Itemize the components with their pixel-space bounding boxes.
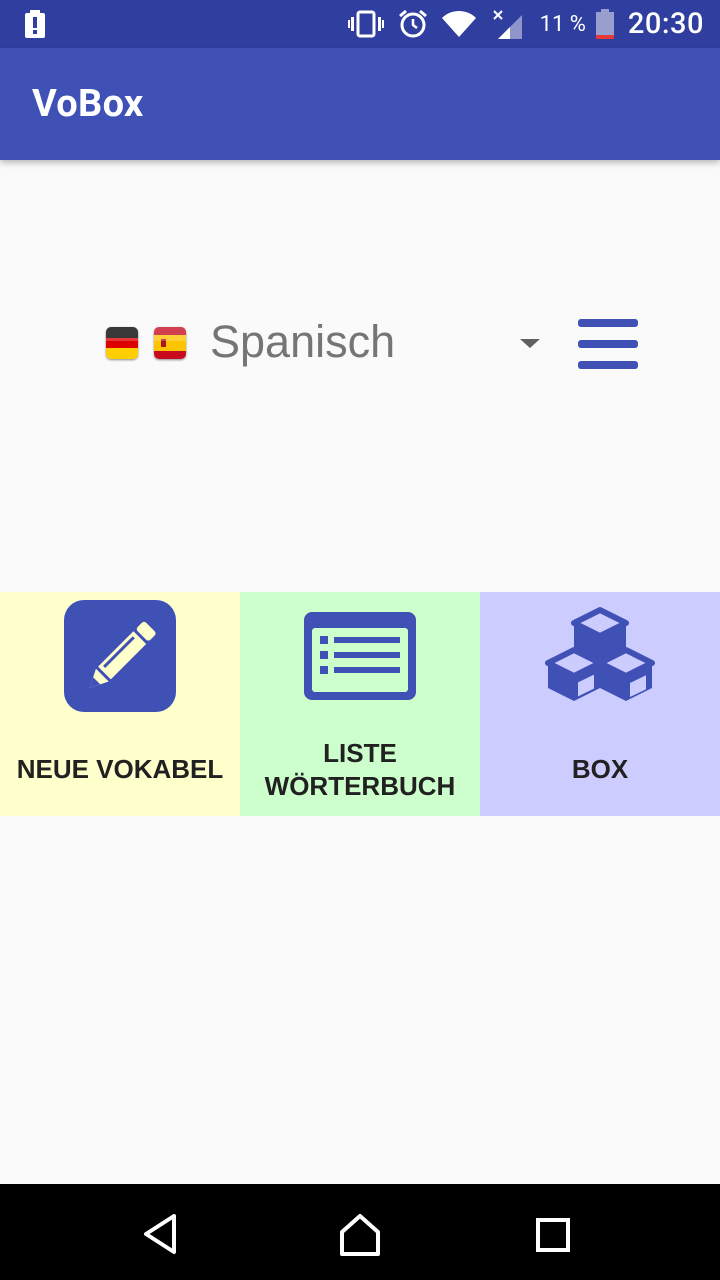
menu-icon-bar <box>578 340 638 348</box>
dictionary-list-tile[interactable]: LISTE WÖRTERBUCH <box>240 592 480 816</box>
menu-icon-bar <box>578 319 638 327</box>
new-vocabulary-tile[interactable]: NEUE VOKABEL <box>0 592 240 816</box>
box-tile[interactable]: BOX <box>480 592 720 816</box>
alarm-icon <box>398 9 427 38</box>
battery-percent: 11 % <box>539 11 586 37</box>
cubes-icon <box>545 607 655 701</box>
new-vocabulary-label: NEUE VOKABEL <box>16 754 224 784</box>
status-bar: 11 % 20:30 <box>0 0 720 48</box>
status-icons: 11 % 20:30 <box>347 0 704 48</box>
dropdown-arrow-icon[interactable] <box>520 339 540 348</box>
alert-icon <box>25 10 45 38</box>
recent-apps-icon[interactable] <box>522 1202 582 1262</box>
app-title: VoBox <box>32 82 144 126</box>
home-icon[interactable] <box>330 1202 390 1262</box>
spanish-flag-icon <box>154 327 186 359</box>
app-bar: VoBox <box>0 48 720 160</box>
dictionary-list-label-line2: WÖRTERBUCH <box>264 771 456 801</box>
dictionary-list-label-line1: LISTE <box>323 738 397 768</box>
menu-button[interactable] <box>574 314 642 374</box>
navigation-bar <box>0 1184 720 1280</box>
list-icon <box>304 612 416 700</box>
wifi-icon <box>441 10 476 37</box>
pencil-edit-icon <box>64 600 176 712</box>
battery-icon <box>595 9 614 39</box>
box-label: BOX <box>571 754 629 784</box>
german-flag-icon <box>106 327 138 359</box>
dictionary-list-label: LISTE WÖRTERBUCH <box>240 737 480 803</box>
vibrate-icon <box>347 10 384 38</box>
signal-icon <box>492 10 522 39</box>
menu-icon-bar <box>578 361 638 369</box>
status-time: 20:30 <box>627 7 704 41</box>
back-icon[interactable] <box>130 1202 190 1262</box>
action-tiles: NEUE VOKABEL LISTE WÖRTERBUCH BOX <box>0 592 720 816</box>
language-spinner[interactable]: Spanisch <box>210 316 395 368</box>
